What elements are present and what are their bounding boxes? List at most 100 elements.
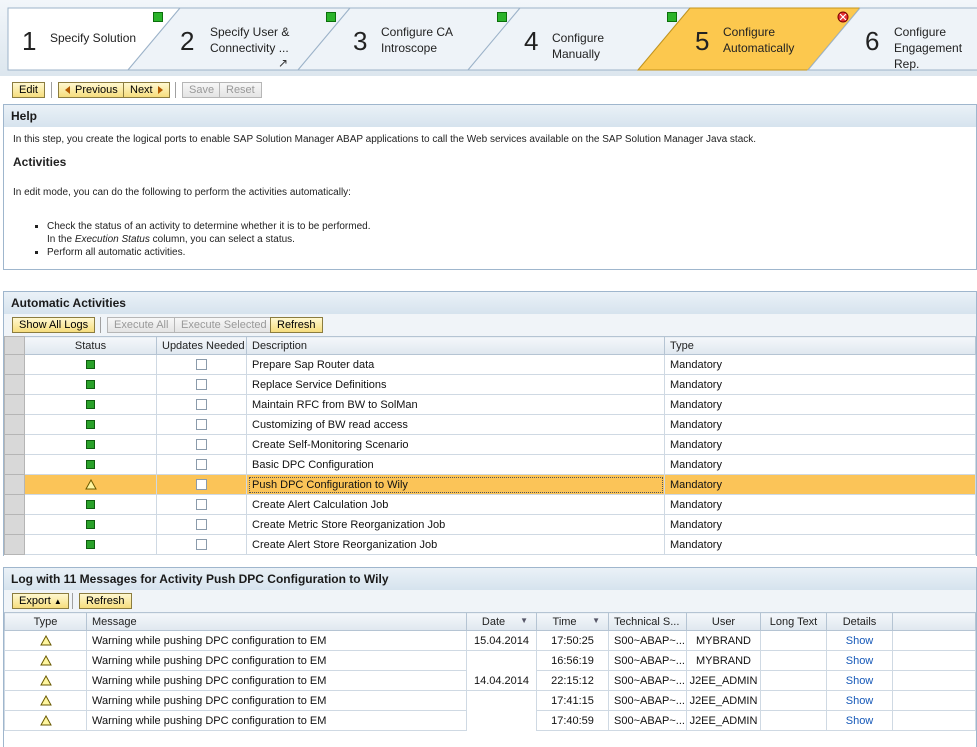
table-row[interactable]: Warning while pushing DPC configuration … [4, 670, 976, 691]
row-selector[interactable] [4, 454, 25, 475]
refresh-button[interactable]: Refresh [270, 317, 323, 333]
table-row[interactable]: Replace Service Definitions Mandatory [4, 374, 976, 395]
column-header-status[interactable]: Status [24, 336, 157, 355]
column-header-long-text[interactable]: Long Text [760, 612, 827, 631]
status-ok-icon [86, 460, 95, 470]
table-row[interactable]: Maintain RFC from BW to SolMan Mandatory [4, 394, 976, 415]
updates-needed-checkbox[interactable] [196, 519, 207, 531]
table-row[interactable]: Customizing of BW read access Mandatory [4, 414, 976, 435]
row-selector[interactable] [4, 394, 25, 415]
table-row[interactable]: Warning while pushing DPC configuration … [4, 650, 976, 671]
column-header-message[interactable]: Message [86, 612, 467, 631]
updates-needed-checkbox[interactable] [196, 539, 207, 551]
step-number: 2 [180, 26, 195, 56]
description-cell[interactable]: Basic DPC Configuration [246, 454, 665, 475]
log-refresh-button[interactable]: Refresh [79, 593, 132, 609]
user-cell: J2EE_ADMIN [686, 670, 761, 691]
sort-desc-icon[interactable]: ▼ [592, 616, 600, 625]
show-all-logs-button[interactable]: Show All Logs [12, 317, 96, 333]
updates-needed-checkbox[interactable] [196, 359, 207, 371]
export-button[interactable]: Export ▲ [12, 593, 69, 609]
sort-desc-icon[interactable]: ▼ [520, 616, 528, 625]
updates-needed-checkbox[interactable] [196, 479, 207, 491]
show-details-link[interactable]: Show [826, 690, 893, 711]
row-selector[interactable] [4, 374, 25, 395]
step-label: Configure CA Introscope [381, 25, 453, 55]
description-cell[interactable]: Customizing of BW read access [246, 414, 665, 435]
step-label: Configure Manually [552, 31, 605, 61]
column-header-filler [892, 612, 976, 631]
table-row[interactable]: Create Alert Calculation Job Mandatory [4, 494, 976, 515]
description-cell[interactable]: Create Alert Store Reorganization Job [246, 534, 665, 555]
table-row[interactable]: Basic DPC Configuration Mandatory [4, 454, 976, 475]
table-row[interactable]: Prepare Sap Router data Mandatory [4, 354, 976, 375]
status-ok-icon [86, 360, 95, 370]
description-cell[interactable]: Replace Service Definitions [246, 374, 665, 395]
row-selector[interactable] [4, 354, 25, 375]
next-button[interactable]: Next [123, 82, 170, 98]
long-text-cell [760, 670, 827, 691]
reset-button[interactable]: Reset [219, 82, 262, 98]
updates-needed-checkbox[interactable] [196, 399, 207, 411]
updates-needed-checkbox[interactable] [196, 419, 207, 431]
edit-button[interactable]: Edit [12, 82, 45, 98]
select-all-cell[interactable] [4, 336, 25, 355]
description-cell[interactable]: Create Alert Calculation Job [246, 494, 665, 515]
execute-all-button[interactable]: Execute All [107, 317, 176, 333]
row-selector[interactable] [4, 494, 25, 515]
next-label: Next [130, 84, 153, 96]
execute-selected-button[interactable]: Execute Selected [174, 317, 274, 333]
updates-needed-checkbox[interactable] [196, 499, 207, 511]
status-cell [24, 494, 157, 515]
table-row[interactable]: Create Alert Store Reorganization Job Man… [4, 534, 976, 555]
show-details-link[interactable]: Show [826, 670, 893, 691]
show-details-link[interactable]: Show [826, 630, 893, 651]
step-6-configure-engagement[interactable]: 6 Configure Engagement Rep. [806, 7, 977, 71]
description-cell[interactable]: Prepare Sap Router data [246, 354, 665, 375]
row-selector[interactable] [4, 414, 25, 435]
table-row[interactable]: Push DPC Configuration to Wily Mandatory [4, 474, 976, 495]
description-cell[interactable]: Create Self-Monitoring Scenario [246, 434, 665, 455]
column-header-updates-needed[interactable]: Updates Needed [156, 336, 247, 355]
show-details-link[interactable]: Show [826, 650, 893, 671]
help-panel: Help In this step, you create the logica… [3, 104, 977, 270]
column-header-date[interactable]: Date ▼ [466, 612, 537, 631]
description-cell[interactable]: Push DPC Configuration to Wily [246, 474, 665, 495]
column-header-description[interactable]: Description [246, 336, 665, 355]
bullet-text-part: column, you can select a status. [149, 234, 295, 245]
export-label: Export [19, 595, 51, 607]
show-details-link[interactable]: Show [826, 710, 893, 731]
column-header-type[interactable]: Type [664, 336, 976, 355]
table-row[interactable]: Warning while pushing DPC configuration … [4, 630, 976, 651]
row-selector[interactable] [4, 534, 25, 555]
save-button[interactable]: Save [182, 82, 222, 98]
updates-needed-checkbox[interactable] [196, 439, 207, 451]
status-cell [24, 474, 157, 495]
row-selector[interactable] [4, 434, 25, 455]
column-header-details[interactable]: Details [826, 612, 893, 631]
column-header-technical[interactable]: Technical S... [608, 612, 687, 631]
activities-toolbar: Show All Logs Execute All Execute Select… [4, 314, 976, 336]
table-row[interactable]: Create Self-Monitoring Scenario Mandatory [4, 434, 976, 455]
table-row[interactable]: Warning while pushing DPC configuration … [4, 690, 976, 711]
step-number: 1 [22, 26, 37, 56]
log-toolbar: Export ▲ Refresh [4, 590, 976, 612]
type-cell: Mandatory [664, 374, 976, 395]
row-selector[interactable] [4, 474, 25, 495]
previous-button[interactable]: Previous [58, 82, 125, 98]
column-header-time[interactable]: Time ▼ [536, 612, 609, 631]
message-cell: Warning while pushing DPC configuration … [86, 690, 467, 711]
table-row[interactable]: Create Metric Store Reorganization Job Ma… [4, 514, 976, 535]
description-cell[interactable]: Maintain RFC from BW to SolMan [246, 394, 665, 415]
description-cell[interactable]: Create Metric Store Reorganization Job [246, 514, 665, 535]
table-row[interactable]: Warning while pushing DPC configuration … [4, 710, 976, 731]
column-header-type[interactable]: Type [4, 612, 87, 631]
column-header-user[interactable]: User [686, 612, 761, 631]
filler-cell [892, 650, 976, 671]
updates-needed-checkbox[interactable] [196, 459, 207, 471]
user-cell: MYBRAND [686, 630, 761, 651]
updates-needed-checkbox[interactable] [196, 379, 207, 391]
time-cell: 17:41:15 [536, 690, 609, 711]
type-cell: Mandatory [664, 454, 976, 475]
row-selector[interactable] [4, 514, 25, 535]
